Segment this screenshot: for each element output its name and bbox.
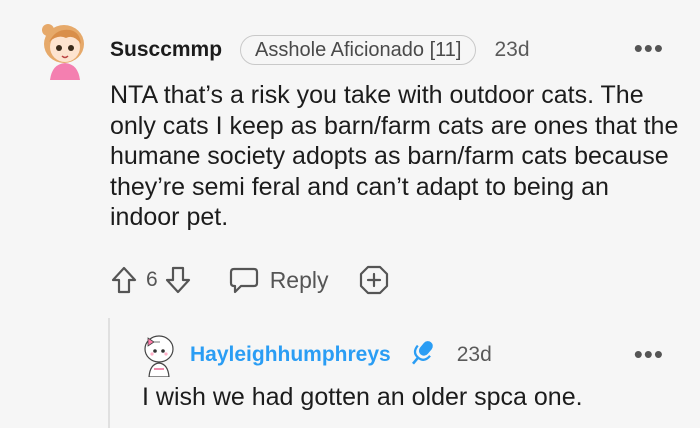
speech-bubble-icon [228,265,260,295]
username[interactable]: Susccmmp [110,38,222,62]
reply-username[interactable]: Hayleighhumphreys [190,343,391,367]
more-dots-icon[interactable]: ••• [634,341,664,367]
thread-line[interactable] [108,318,110,428]
reply-header: Hayleighhumphreys 23d [190,340,492,370]
more-dots-icon[interactable]: ••• [634,35,664,61]
reply-label: Reply [269,266,329,293]
downvote-arrow-icon[interactable] [164,265,192,295]
reply-timestamp: 23d [456,343,492,366]
comment: Susccmmp Asshole Aficionado [11] 23d •••… [0,0,700,428]
user-flair: Asshole Aficionado [11] [240,35,477,65]
user-avatar[interactable] [36,20,92,80]
microphone-icon [405,336,439,375]
award-plus-icon[interactable] [357,263,391,297]
comment-header: Susccmmp Asshole Aficionado [11] 23d [110,34,530,66]
reply-user-avatar[interactable] [140,333,178,378]
reply-body: I wish we had gotten an older spca one. [142,383,583,411]
comment-body: NTA that’s a risk you take with outdoor … [110,81,679,231]
comment-actions: 6 Reply [110,262,391,298]
timestamp: 23d [494,38,530,61]
reply-button[interactable]: Reply [228,265,329,295]
vote-count: 6 [146,268,158,291]
upvote-arrow-icon[interactable] [110,265,138,295]
